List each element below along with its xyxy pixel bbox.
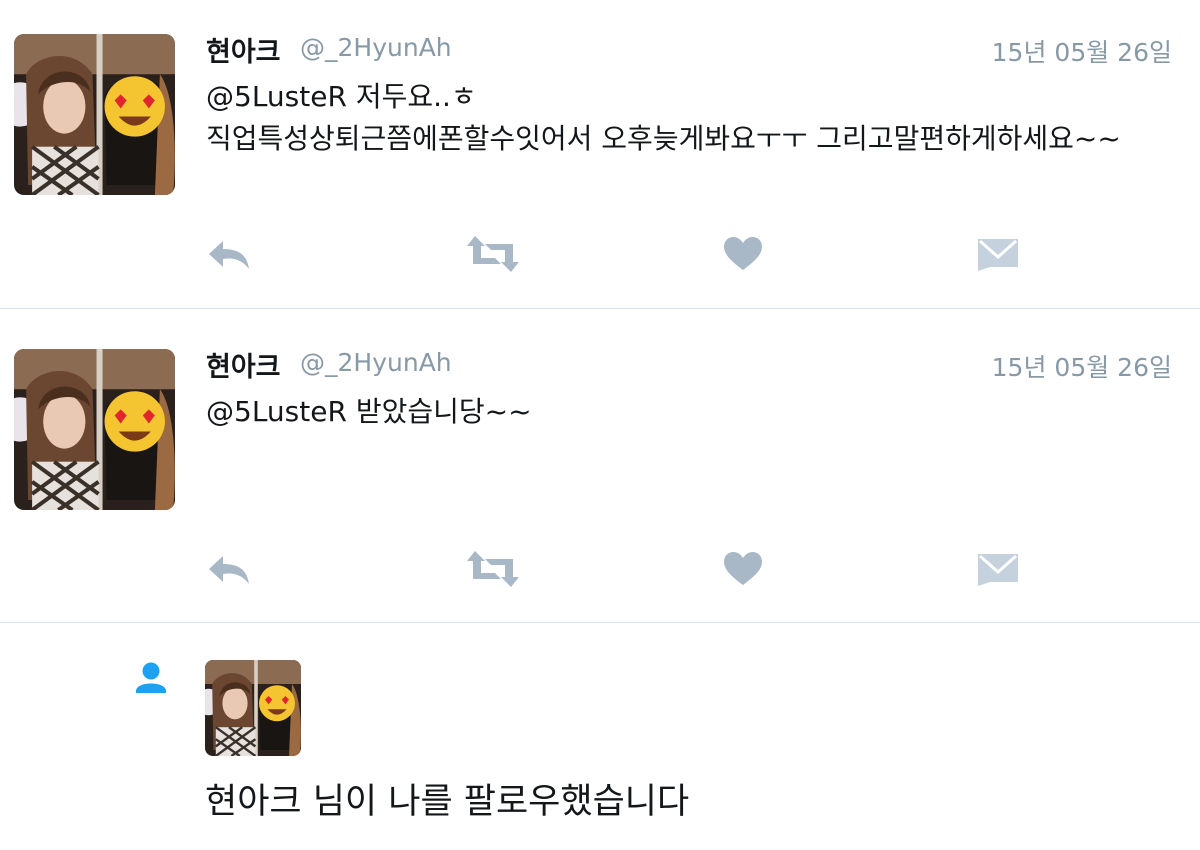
direct-message-button[interactable] [977, 234, 1019, 274]
retweet-button[interactable] [465, 549, 521, 589]
follower-avatar[interactable] [205, 660, 301, 756]
mention-link[interactable]: @5LusteR [206, 80, 347, 113]
like-button[interactable] [722, 234, 764, 274]
heart-icon [724, 237, 762, 270]
retweet-icon [467, 551, 519, 587]
tweet-text-line: @5LusteR 받았습니당~~ [206, 391, 1176, 433]
tweet-text-fragment: 저두요..ㅎ [355, 80, 477, 113]
mention-link[interactable]: @5LusteR [206, 395, 347, 428]
tweet[interactable]: 현아크 @_2HyunAh 15년 05월 26일 @5LusteR 받았습니당… [0, 309, 1200, 622]
reply-icon [209, 556, 249, 584]
tweet-actions [0, 234, 1200, 278]
direct-message-icon [978, 239, 1018, 271]
tweet-text-fragment: 받았습니당~~ [355, 395, 532, 428]
person-icon [134, 661, 168, 697]
avatar-photo [205, 660, 301, 756]
retweet-icon [467, 236, 519, 272]
avatar-photo [14, 34, 175, 195]
display-name[interactable]: 현아크 [206, 345, 281, 384]
heart-icon [724, 552, 762, 585]
retweet-button[interactable] [465, 234, 521, 274]
tweet[interactable]: 현아크 @_2HyunAh 15년 05월 26일 @5LusteR 저두요..… [0, 0, 1200, 308]
reply-button[interactable] [205, 234, 253, 274]
avatar-photo [14, 349, 175, 510]
tweet-date[interactable]: 15년 05월 26일 [992, 348, 1172, 384]
direct-message-button[interactable] [977, 549, 1019, 589]
tweet-text-line: 직업특성상퇴근쯤에폰할수잇어서 오후늦게봐요ㅜㅜ 그리고말편하게하세요~~ [206, 122, 1121, 155]
tweet-date[interactable]: 15년 05월 26일 [992, 33, 1172, 69]
display-name[interactable]: 현아크 [206, 30, 281, 69]
tweet-actions [0, 549, 1200, 593]
user-handle[interactable]: @_2HyunAh [300, 33, 452, 62]
follow-notification[interactable]: 현아크 님이 나를 팔로우했습니다 [0, 623, 1200, 850]
tweet-text: @5LusteR 받았습니당~~ [206, 391, 1176, 433]
tweet-text: @5LusteR 저두요..ㅎ 직업특성상퇴근쯤에폰할수잇어서 오후늦게봐요ㅜㅜ… [206, 76, 1176, 160]
reply-button[interactable] [205, 549, 253, 589]
user-handle[interactable]: @_2HyunAh [300, 348, 452, 377]
tweet-text-line: @5LusteR 저두요..ㅎ [206, 76, 1176, 118]
like-button[interactable] [722, 549, 764, 589]
direct-message-icon [978, 554, 1018, 586]
follow-notification-text: 현아크 님이 나를 팔로우했습니다 [205, 782, 690, 822]
avatar[interactable] [14, 34, 175, 195]
reply-icon [209, 241, 249, 269]
avatar[interactable] [14, 349, 175, 510]
